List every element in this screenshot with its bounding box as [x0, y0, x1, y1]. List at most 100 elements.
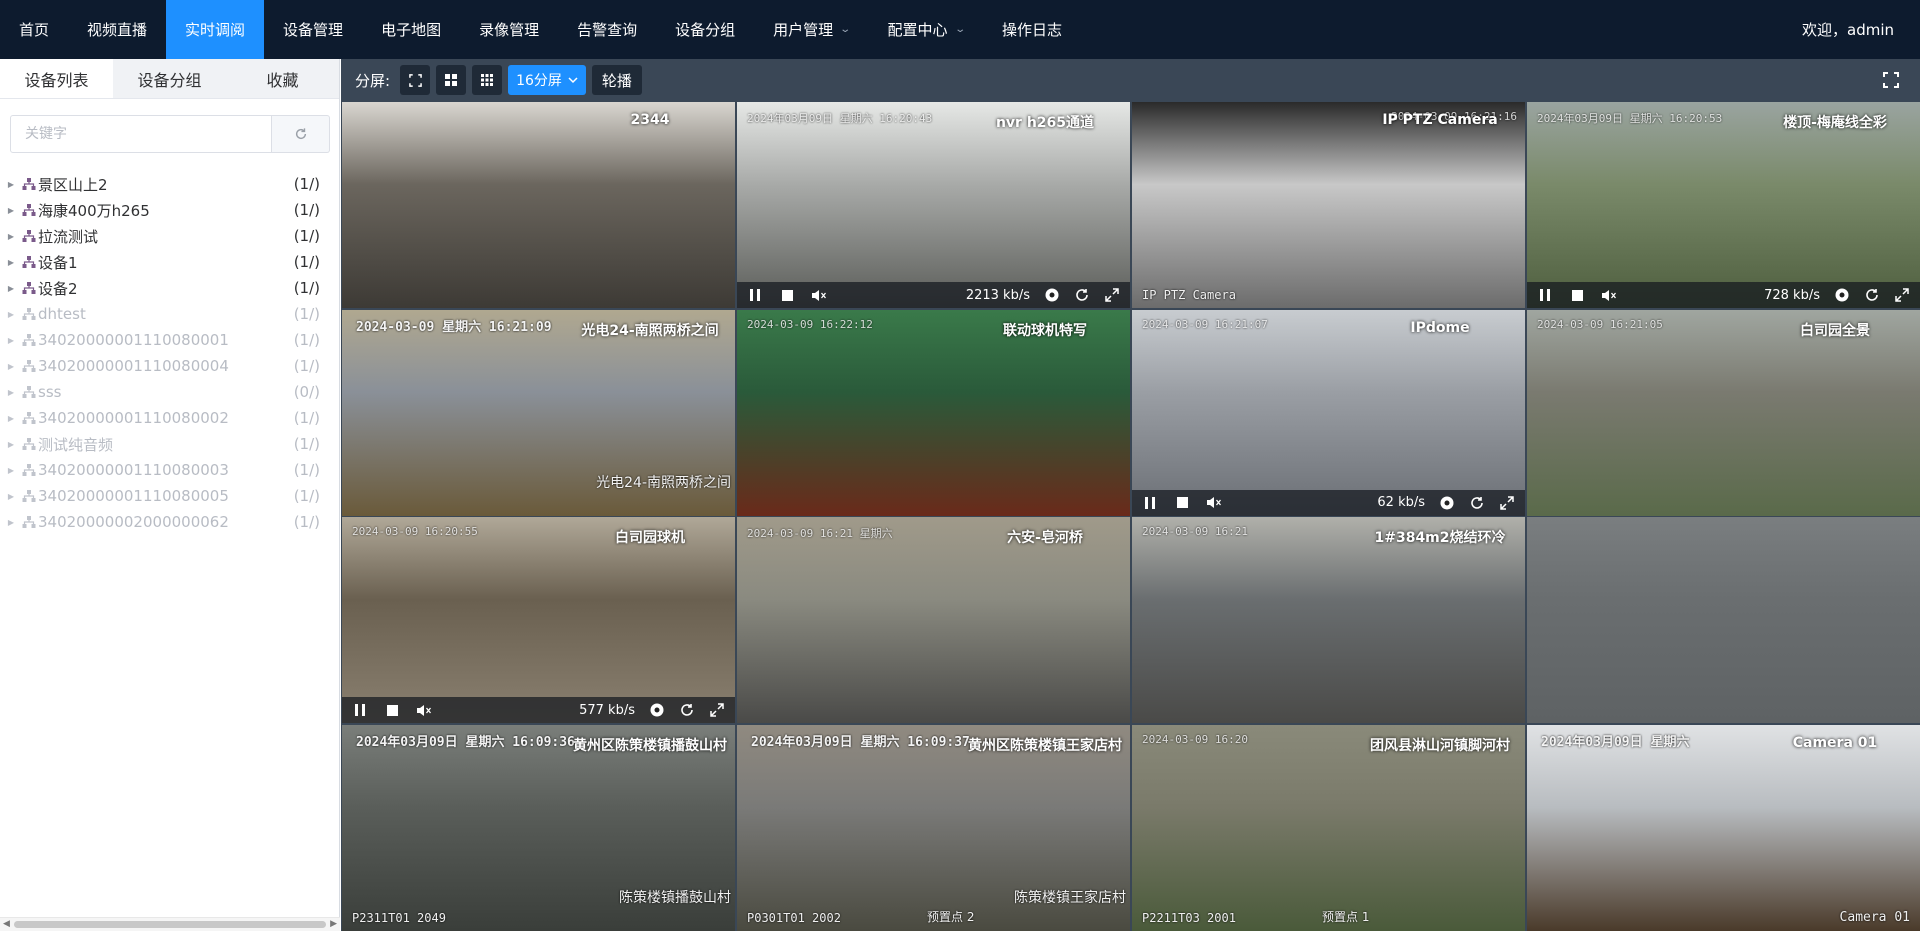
tree-item[interactable]: ▶ 设备1 (1/)	[0, 249, 340, 275]
pause-icon[interactable]	[747, 287, 763, 303]
scroll-right-icon[interactable]: ▶	[330, 919, 337, 929]
video-cell[interactable]: 2024-03-09 16:21:07 IPdome 62 kb/s	[1132, 309, 1525, 516]
reload-icon[interactable]	[1469, 495, 1485, 511]
split-toolbar: 分屏: 16分屏 轮播	[341, 59, 1920, 101]
video-cell[interactable]: 2024年03月09日 星期六 Camera 01 Camera 01	[1527, 724, 1920, 931]
expand-arrow-icon[interactable]: ▶	[0, 258, 22, 267]
scroll-left-icon[interactable]: ◀	[3, 919, 10, 929]
expand-arrow-icon[interactable]: ▶	[0, 492, 22, 501]
tree-item[interactable]: ▶ 34020000002000000062 (1/)	[0, 509, 340, 535]
refresh-button[interactable]	[272, 115, 330, 153]
nav-device-group[interactable]: 设备分组	[656, 0, 754, 59]
expand-arrow-icon[interactable]: ▶	[0, 440, 22, 449]
split-4-button[interactable]	[436, 65, 467, 95]
expand-arrow-icon[interactable]: ▶	[0, 232, 22, 241]
reload-icon[interactable]	[679, 702, 695, 718]
stop-icon[interactable]	[384, 702, 400, 718]
split-9-button[interactable]	[472, 65, 503, 95]
pause-icon[interactable]	[352, 702, 368, 718]
nav-user-manage[interactable]: 用户管理 ⌄	[754, 0, 868, 59]
video-cell[interactable]	[1527, 517, 1920, 723]
expand-arrow-icon[interactable]: ▶	[0, 310, 22, 319]
tree-item[interactable]: ▶ 34020000001110080001 (1/)	[0, 327, 340, 353]
volume-mute-icon[interactable]	[811, 287, 827, 303]
nav-map[interactable]: 电子地图	[362, 0, 460, 59]
volume-mute-icon[interactable]	[1601, 287, 1617, 303]
snapshot-icon[interactable]	[1439, 495, 1455, 511]
snapshot-icon[interactable]	[1044, 287, 1060, 303]
video-cell[interactable]: 2344	[342, 102, 735, 308]
stop-icon[interactable]	[779, 287, 795, 303]
split-1-button[interactable]	[400, 65, 431, 95]
tab-device-group[interactable]: 设备分组	[113, 59, 226, 98]
nav-recording[interactable]: 录像管理	[460, 0, 558, 59]
tree-item[interactable]: ▶ 34020000001110080005 (1/)	[0, 483, 340, 509]
expand-icon[interactable]	[1104, 287, 1120, 303]
stop-icon[interactable]	[1569, 287, 1585, 303]
video-cell[interactable]: 2024年03月09日 星期六 16:09:36 黄州区陈策楼镇播鼓山村 陈策楼镇播…	[342, 724, 735, 931]
expand-arrow-icon[interactable]: ▶	[0, 336, 22, 345]
nav-device-manage[interactable]: 设备管理	[264, 0, 362, 59]
nav-live[interactable]: 视频直播	[68, 0, 166, 59]
pause-icon[interactable]	[1537, 287, 1553, 303]
split-count-select[interactable]: 16分屏	[508, 65, 586, 95]
nav-item-label: 操作日志	[1001, 21, 1062, 39]
video-cell[interactable]: 2024-03-09 星期六 16:21:09 光电24-南照两桥之间 光电24-南…	[342, 309, 735, 516]
video-cell[interactable]: 2024-03-09 16:21 1#384m2烧结环冷	[1132, 517, 1525, 723]
expand-arrow-icon[interactable]: ▶	[0, 284, 22, 293]
expand-arrow-icon[interactable]: ▶	[0, 414, 22, 423]
video-cell[interactable]: 2024-03-09 16:21:05 白司园全景	[1527, 309, 1920, 516]
nav-home[interactable]: 首页	[0, 0, 68, 59]
expand-icon[interactable]	[1894, 287, 1910, 303]
tree-item[interactable]: ▶ sss (0/)	[0, 379, 340, 405]
video-cell[interactable]: 2024-03-09 16:20:55 白司园球机 577 kb/s	[342, 517, 735, 723]
video-cell[interactable]: 2024年03月09日 星期六 16:20:53 楼顶-梅庵线全彩 728 kb/s	[1527, 102, 1920, 308]
nav-realtime[interactable]: 实时调阅	[166, 0, 265, 59]
tree-item[interactable]: ▶ 34020000001110080004 (1/)	[0, 353, 340, 379]
video-cell[interactable]: 2024-03-09 16:22:12 联动球机特写	[737, 309, 1130, 516]
welcome-user[interactable]: 欢迎，admin	[1802, 0, 1894, 59]
video-cell[interactable]: 2024年03月09日 星期六 16:09:37 黄州区陈策楼镇王家店村 陈策楼镇王…	[737, 724, 1130, 931]
video-frame	[1132, 517, 1525, 723]
carousel-button[interactable]: 轮播	[591, 65, 642, 95]
reload-icon[interactable]	[1864, 287, 1880, 303]
expand-arrow-icon[interactable]: ▶	[0, 362, 22, 371]
scrollbar-thumb[interactable]	[14, 921, 326, 928]
expand-arrow-icon[interactable]: ▶	[0, 180, 22, 189]
nav-oplog[interactable]: 操作日志	[983, 0, 1081, 59]
video-cell[interactable]: 2024-03-09 16:20 团风县淋山河镇脚河村 预置点 1 P2211T03 …	[1132, 724, 1525, 931]
horizontal-scrollbar[interactable]: ◀ ▶	[0, 917, 340, 931]
snapshot-icon[interactable]	[649, 702, 665, 718]
search-input[interactable]	[10, 115, 272, 153]
video-cell[interactable]: 2024年03月09日 星期六 16:20:43 nvr h265通道 2213 k…	[737, 102, 1130, 308]
expand-icon[interactable]	[1499, 495, 1515, 511]
expand-arrow-icon[interactable]: ▶	[0, 388, 22, 397]
tab-favorites[interactable]: 收藏	[226, 59, 339, 98]
reload-icon[interactable]	[1074, 287, 1090, 303]
tree-item[interactable]: ▶ 海康400万h265 (1/)	[0, 197, 340, 223]
tree-item-count: (1/)	[293, 409, 320, 427]
expand-arrow-icon[interactable]: ▶	[0, 518, 22, 527]
tree-item[interactable]: ▶ 景区山上2 (1/)	[0, 171, 340, 197]
tree-item[interactable]: ▶ 设备2 (1/)	[0, 275, 340, 301]
expand-arrow-icon[interactable]: ▶	[0, 466, 22, 475]
tree-item[interactable]: ▶ 测试纯音频 (1/)	[0, 431, 340, 457]
device-node-icon	[22, 438, 36, 450]
volume-mute-icon[interactable]	[416, 702, 432, 718]
tree-item[interactable]: ▶ dhtest (1/)	[0, 301, 340, 327]
pause-icon[interactable]	[1142, 495, 1158, 511]
snapshot-icon[interactable]	[1834, 287, 1850, 303]
expand-icon[interactable]	[709, 702, 725, 718]
stop-icon[interactable]	[1174, 495, 1190, 511]
tree-item[interactable]: ▶ 34020000001110080003 (1/)	[0, 457, 340, 483]
volume-mute-icon[interactable]	[1206, 495, 1222, 511]
video-cell[interactable]: 2024-03-09 16:21 星期六 六安-皂河桥	[737, 517, 1130, 723]
tab-device-list[interactable]: 设备列表	[0, 59, 113, 98]
video-cell[interactable]: 2024-03-09 16:21:16 IP PTZ Camera IP PTZ C…	[1132, 102, 1525, 308]
nav-alarm[interactable]: 告警查询	[558, 0, 656, 59]
tree-item[interactable]: ▶ 拉流测试 (1/)	[0, 223, 340, 249]
expand-arrow-icon[interactable]: ▶	[0, 206, 22, 215]
fullscreen-icon[interactable]	[1882, 71, 1900, 89]
nav-config[interactable]: 配置中心 ⌄	[869, 0, 983, 59]
tree-item[interactable]: ▶ 34020000001110080002 (1/)	[0, 405, 340, 431]
